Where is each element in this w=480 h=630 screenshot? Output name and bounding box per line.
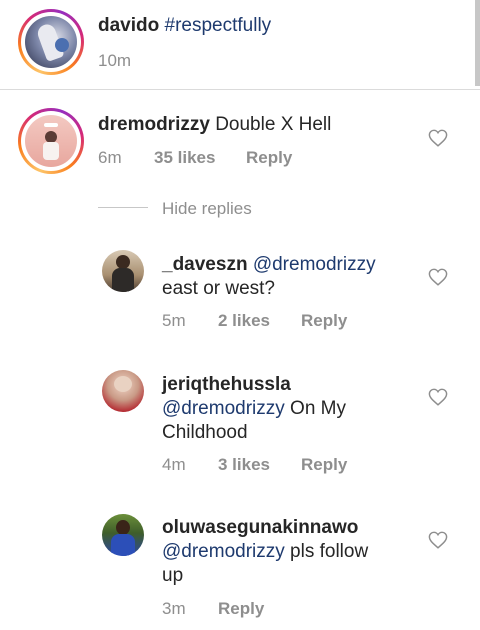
avatar <box>25 16 77 68</box>
comment-likes[interactable]: 35 likes <box>154 148 215 168</box>
caption-hashtag[interactable]: #respectfully <box>165 15 272 36</box>
caption-divider <box>0 89 480 90</box>
reply-mention[interactable]: @dremodrizzy <box>253 254 376 275</box>
reply-reply-button[interactable]: Reply <box>301 311 347 331</box>
heart-icon[interactable] <box>428 531 448 549</box>
reply-time: 3m <box>162 599 186 618</box>
heart-icon[interactable] <box>428 388 448 406</box>
avatar[interactable] <box>102 514 144 556</box>
heart-icon[interactable] <box>428 268 448 286</box>
reply-likes[interactable]: 2 likes <box>218 311 270 331</box>
reply-username[interactable]: jeriqthehussla <box>162 374 291 395</box>
reply-text: @dremodrizzy pls follow <box>162 540 368 564</box>
reply-body: On My <box>290 398 346 419</box>
scrollbar[interactable] <box>475 0 480 86</box>
reply-reply-button[interactable]: Reply <box>301 455 347 475</box>
avatar[interactable] <box>102 250 144 292</box>
reply-body-continued: Childhood <box>162 422 248 443</box>
hide-replies-line <box>98 207 148 208</box>
reply-time: 4m <box>162 455 186 474</box>
caption-time: 10m <box>98 51 132 70</box>
reply-body: east or west? <box>162 278 275 299</box>
reply-text: @dremodrizzy On My <box>162 397 346 421</box>
reply-text: _daveszn @dremodrizzy <box>162 253 376 277</box>
caption-text: davido #respectfully <box>98 14 271 38</box>
reply-username-line: oluwasegunakinnawo <box>162 516 358 540</box>
comment-body: Double X Hell <box>215 114 332 135</box>
caption-avatar-ring[interactable] <box>18 9 84 75</box>
comment-avatar-ring[interactable] <box>18 108 84 174</box>
comment-text: dremodrizzy Double X Hell <box>98 113 331 137</box>
reply-username[interactable]: oluwasegunakinnawo <box>162 517 358 538</box>
reply-body: pls follow <box>290 541 369 562</box>
comment-reply-button[interactable]: Reply <box>246 148 292 168</box>
reply-username-line: jeriqthehussla <box>162 373 291 397</box>
reply-likes[interactable]: 3 likes <box>218 455 270 475</box>
reply-username[interactable]: _daveszn <box>162 254 248 275</box>
reply-mention[interactable]: @dremodrizzy <box>162 541 285 562</box>
caption-username[interactable]: davido <box>98 15 159 36</box>
avatar[interactable] <box>102 370 144 412</box>
comment-time: 6m <box>98 148 122 167</box>
comment-username[interactable]: dremodrizzy <box>98 114 210 135</box>
avatar <box>25 115 77 167</box>
heart-icon[interactable] <box>428 129 448 147</box>
hide-replies-button[interactable]: Hide replies <box>162 199 252 219</box>
reply-reply-button[interactable]: Reply <box>218 599 264 619</box>
reply-body-continued: up <box>162 565 184 586</box>
reply-time: 5m <box>162 311 186 330</box>
reply-mention[interactable]: @dremodrizzy <box>162 398 285 419</box>
